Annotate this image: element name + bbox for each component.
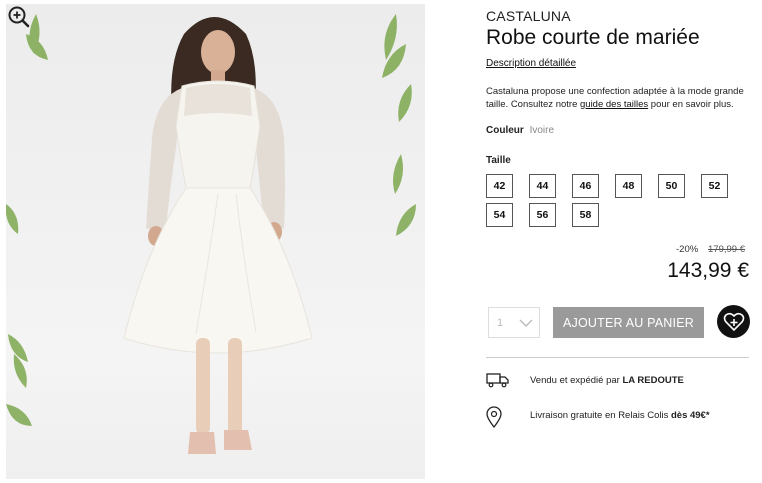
color-value: Ivoire <box>529 125 555 136</box>
size-option-54[interactable]: 54 <box>486 203 513 227</box>
product-title: Robe courte de mariée <box>486 26 700 49</box>
seller-prefix: Vendu et expédié par <box>530 375 623 386</box>
size-label: Taille <box>486 155 511 166</box>
shipping-prefix: Livraison gratuite en Relais Colis <box>530 410 671 421</box>
size-option-52[interactable]: 52 <box>701 174 728 198</box>
heart-plus-icon <box>723 312 745 332</box>
discount-badge: -20% <box>676 244 699 255</box>
product-image[interactable] <box>6 4 425 479</box>
size-option-48[interactable]: 48 <box>615 174 642 198</box>
color-selector: Couleur Ivoire <box>486 125 554 136</box>
location-pin-icon <box>486 406 502 428</box>
detailed-description-link[interactable]: Description détaillée <box>486 58 576 69</box>
divider <box>486 357 749 358</box>
size-option-42[interactable]: 42 <box>486 174 513 198</box>
seller-name: LA REDOUTE <box>622 375 684 386</box>
product-description: Castaluna propose une confection adaptée… <box>486 86 748 111</box>
zoom-in-icon[interactable] <box>6 4 32 30</box>
brand-name[interactable]: CASTALUNA <box>486 8 571 24</box>
chevron-down-icon <box>519 319 533 327</box>
current-price: 143,99 € <box>667 259 749 282</box>
old-price: 179,99 € <box>708 244 745 255</box>
description-text-end: pour en savoir plus. <box>648 98 734 110</box>
product-photo-illustration <box>6 14 416 454</box>
wishlist-button[interactable] <box>717 305 750 338</box>
size-option-44[interactable]: 44 <box>529 174 556 198</box>
size-option-50[interactable]: 50 <box>658 174 685 198</box>
shipping-threshold: dès 49€* <box>670 410 710 421</box>
quantity-select[interactable]: 1 <box>488 307 540 338</box>
shipping-text: Livraison gratuite en Relais Colis dès 4… <box>530 410 710 421</box>
size-option-56[interactable]: 56 <box>529 203 556 227</box>
add-to-cart-button[interactable]: AJOUTER AU PANIER <box>553 307 704 338</box>
quantity-value: 1 <box>497 317 504 329</box>
color-label: Couleur <box>486 125 524 136</box>
size-guide-link[interactable]: guide des tailles <box>580 99 648 110</box>
truck-icon <box>486 373 509 388</box>
size-option-46[interactable]: 46 <box>572 174 599 198</box>
seller-text: Vendu et expédié par LA REDOUTE <box>530 375 684 386</box>
size-option-58[interactable]: 58 <box>572 203 599 227</box>
